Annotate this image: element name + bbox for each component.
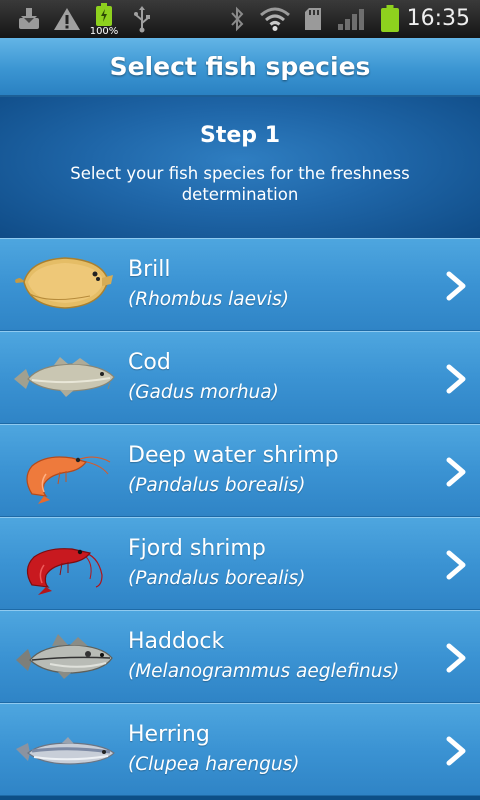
species-list: Brill (Rhombus laevis) Cod (Gadus morhua… (0, 238, 480, 800)
battery-icon: 100% (88, 0, 120, 38)
title-bar: Select fish species (0, 38, 480, 97)
species-item-deep-water-shrimp[interactable]: Deep water shrimp (Pandalus borealis) (0, 424, 480, 517)
status-time: 16:35 (406, 6, 470, 31)
cod-icon (10, 341, 120, 416)
signal-icon (336, 0, 366, 38)
species-item-brill[interactable]: Brill (Rhombus laevis) (0, 238, 480, 331)
species-latin-name: (Clupea harengus) (128, 754, 300, 775)
chevron-right-icon (446, 736, 466, 766)
species-name: Cod (128, 350, 171, 375)
download-icon (14, 0, 44, 38)
step-header: Step 1 Select your fish species for the … (0, 97, 480, 238)
haddock-icon (10, 620, 120, 695)
species-item-haddock[interactable]: Haddock (Melanogrammus aeglefinus) (0, 610, 480, 703)
chevron-right-icon (446, 643, 466, 673)
sd-card-icon (302, 0, 324, 38)
fjord-shrimp-icon (10, 527, 120, 602)
battery-full-icon (378, 0, 402, 38)
battery-percent: 100% (89, 26, 119, 37)
species-latin-name: (Rhombus laevis) (128, 289, 289, 310)
species-latin-name: (Pandalus borealis) (128, 568, 306, 589)
bluetooth-icon (224, 0, 250, 38)
species-name: Brill (128, 257, 171, 282)
status-bar: 100% 16:35 (0, 0, 480, 38)
species-name: Deep water shrimp (128, 443, 339, 468)
step-description: Select your fish species for the freshne… (70, 164, 410, 204)
page-title: Select fish species (109, 52, 371, 81)
species-name: Haddock (128, 629, 225, 654)
species-name: Herring (128, 722, 210, 747)
chevron-right-icon (446, 271, 466, 301)
step-label: Step 1 (200, 123, 280, 148)
chevron-right-icon (446, 457, 466, 487)
chevron-right-icon (446, 550, 466, 580)
herring-icon (10, 713, 120, 788)
species-latin-name: (Pandalus borealis) (128, 475, 306, 496)
species-item-fjord-shrimp[interactable]: Fjord shrimp (Pandalus borealis) (0, 517, 480, 610)
usb-icon (128, 0, 156, 38)
species-item-herring[interactable]: Herring (Clupea harengus) (0, 703, 480, 796)
deep-water-shrimp-icon (10, 434, 120, 509)
wifi-icon (258, 0, 292, 38)
chevron-right-icon (446, 364, 466, 394)
species-latin-name: (Melanogrammus aeglefinus) (128, 661, 400, 682)
species-latin-name: (Gadus morhua) (128, 382, 279, 403)
brill-icon (10, 248, 120, 323)
warning-icon (52, 0, 82, 38)
species-name: Fjord shrimp (128, 536, 266, 561)
species-item-cod[interactable]: Cod (Gadus morhua) (0, 331, 480, 424)
